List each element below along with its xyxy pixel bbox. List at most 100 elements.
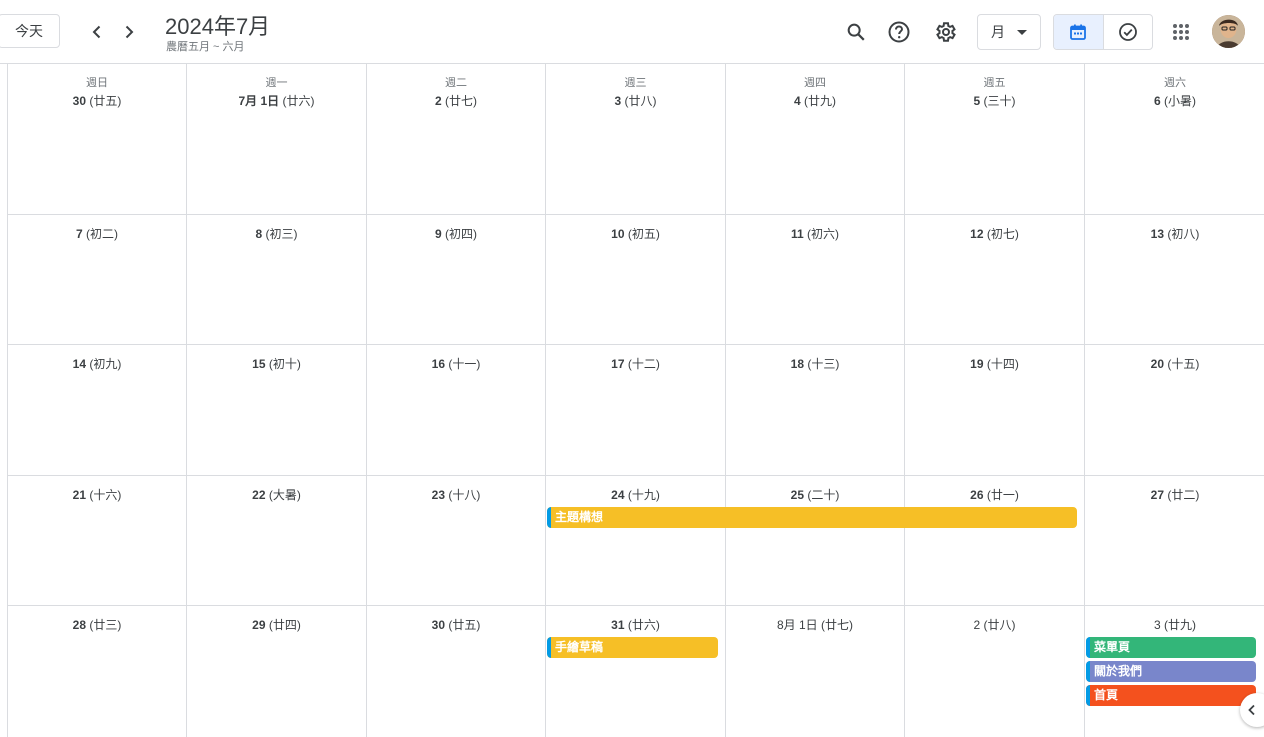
day-number[interactable]: 18 (十三) (726, 355, 904, 372)
day-number[interactable]: 27 (廿二) (1085, 486, 1264, 503)
day-number[interactable]: 23 (十八) (367, 486, 545, 503)
day-cell[interactable]: 8月 1日 (廿七) (726, 606, 905, 737)
day-cell[interactable]: 28 (廿三) (8, 606, 187, 737)
day-number[interactable]: 26 (廿一) (905, 486, 1084, 503)
day-cell[interactable]: 10 (初五) (546, 215, 726, 344)
day-cell[interactable]: 17 (十二) (546, 345, 726, 475)
settings-button[interactable] (927, 14, 963, 50)
day-cell[interactable]: 23 (十八) (367, 476, 546, 605)
solar-date: 23 (431, 488, 446, 502)
day-number[interactable]: 25 (二十) (726, 486, 904, 503)
day-cell[interactable]: 11 (初六) (726, 215, 905, 344)
day-number[interactable]: 30 (廿五) (8, 92, 186, 109)
calendar-event[interactable]: 菜單頁 (1086, 637, 1256, 658)
day-number[interactable]: 2 (廿八) (905, 616, 1084, 633)
day-cell[interactable]: 14 (初九) (8, 345, 187, 475)
calendar-view-toggle[interactable] (1054, 15, 1104, 49)
day-cell[interactable]: 週二 2 (廿七) (367, 64, 546, 214)
lunar-date: (初三) (262, 227, 298, 241)
day-cell[interactable]: 18 (十三) (726, 345, 905, 475)
day-number[interactable]: 19 (十四) (905, 355, 1084, 372)
day-number[interactable]: 9 (初四) (367, 225, 545, 242)
day-number[interactable]: 10 (初五) (546, 225, 725, 242)
day-cell[interactable]: 7 (初二) (8, 215, 187, 344)
day-cell[interactable]: 24 (十九) (546, 476, 726, 605)
day-number[interactable]: 14 (初九) (8, 355, 186, 372)
calendar-tasks-toggle (1053, 14, 1153, 50)
week-row: 7 (初二) 8 (初三) 9 (初四) 10 (初五) 11 (初六) 12 (初七) 1… (8, 215, 1264, 345)
apps-icon (1173, 24, 1189, 40)
lunar-subtitle: 農曆五月 ~ 六月 (166, 41, 245, 53)
calendar-event[interactable]: 關於我們 (1086, 661, 1256, 682)
day-number[interactable]: 29 (廿四) (187, 616, 366, 633)
day-number[interactable]: 11 (初六) (726, 225, 904, 242)
view-selector[interactable]: 月 (977, 14, 1041, 50)
lunar-date: (廿五) (445, 618, 481, 632)
lunar-date: (初八) (1164, 227, 1200, 241)
day-number[interactable]: 6 (小暑) (1085, 92, 1264, 109)
tasks-view-toggle[interactable] (1104, 15, 1153, 49)
lunar-date: (十八) (445, 488, 481, 502)
calendar-event[interactable]: 手繪草稿 (547, 637, 718, 658)
day-cell[interactable]: 22 (大暑) (187, 476, 367, 605)
day-cell[interactable]: 12 (初七) (905, 215, 1085, 344)
chevron-right-icon (125, 25, 134, 39)
search-button[interactable] (838, 14, 874, 50)
lunar-date: (十六) (86, 488, 122, 502)
avatar[interactable] (1212, 15, 1245, 48)
calendar-event[interactable]: 首頁 (1086, 685, 1256, 706)
day-number[interactable]: 16 (十一) (367, 355, 545, 372)
day-number[interactable]: 7 (初二) (8, 225, 186, 242)
day-cell[interactable]: 週六 6 (小暑) (1085, 64, 1264, 214)
day-cell[interactable]: 26 (廿一) (905, 476, 1085, 605)
day-cell[interactable]: 31 (廿六) (546, 606, 726, 737)
apps-button[interactable] (1163, 14, 1199, 50)
day-cell[interactable]: 週一 7月 1日 (廿六) (187, 64, 367, 214)
day-number[interactable]: 21 (十六) (8, 486, 186, 503)
day-cell[interactable]: 週四 4 (廿九) (726, 64, 905, 214)
day-cell[interactable]: 19 (十四) (905, 345, 1085, 475)
day-cell[interactable]: 2 (廿八) (905, 606, 1085, 737)
day-cell[interactable]: 8 (初三) (187, 215, 367, 344)
day-cell[interactable]: 13 (初八) (1085, 215, 1264, 344)
day-number[interactable]: 4 (廿九) (726, 92, 904, 109)
day-cell[interactable]: 21 (十六) (8, 476, 187, 605)
day-cell[interactable]: 週三 3 (廿八) (546, 64, 726, 214)
day-number[interactable]: 15 (初十) (187, 355, 366, 372)
previous-month-button[interactable] (82, 16, 112, 48)
solar-date: 31 (611, 618, 625, 632)
day-cell[interactable]: 9 (初四) (367, 215, 546, 344)
day-number[interactable]: 5 (三十) (905, 92, 1084, 109)
app-header: 今天 2024年7月 農曆五月 ~ 六月 月 (0, 0, 1264, 64)
day-number[interactable]: 8月 1日 (廿七) (726, 616, 904, 633)
day-number[interactable]: 17 (十二) (546, 355, 725, 372)
day-number[interactable]: 28 (廿三) (8, 616, 186, 633)
day-number[interactable]: 20 (十五) (1085, 355, 1264, 372)
day-cell[interactable]: 16 (十一) (367, 345, 546, 475)
day-number[interactable]: 3 (廿九) (1085, 616, 1264, 633)
calendar-event[interactable]: 主題構想 (547, 507, 1077, 528)
day-cell[interactable]: 25 (二十) (726, 476, 905, 605)
help-button[interactable] (881, 14, 917, 50)
day-cell[interactable]: 週五 5 (三十) (905, 64, 1085, 214)
day-number[interactable]: 12 (初七) (905, 225, 1084, 242)
day-number[interactable]: 8 (初三) (187, 225, 366, 242)
solar-date: 19 (970, 357, 984, 371)
day-number[interactable]: 24 (十九) (546, 486, 725, 503)
day-number[interactable]: 31 (廿六) (546, 616, 725, 633)
day-cell[interactable]: 15 (初十) (187, 345, 367, 475)
day-number[interactable]: 30 (廿五) (367, 616, 545, 633)
day-cell[interactable]: 20 (十五) (1085, 345, 1264, 475)
week-row: 21 (十六) 22 (大暑) 23 (十八) 24 (十九) 25 (二十) 26 (廿… (8, 476, 1264, 606)
day-number[interactable]: 13 (初八) (1085, 225, 1264, 242)
day-cell[interactable]: 29 (廿四) (187, 606, 367, 737)
today-button[interactable]: 今天 (0, 14, 60, 48)
day-number[interactable]: 2 (廿七) (367, 92, 545, 109)
next-month-button[interactable] (114, 16, 144, 48)
day-number[interactable]: 22 (大暑) (187, 486, 366, 503)
day-number[interactable]: 7月 1日 (廿六) (187, 92, 366, 109)
day-cell[interactable]: 週日 30 (廿五) (8, 64, 187, 214)
day-cell[interactable]: 30 (廿五) (367, 606, 546, 737)
day-number[interactable]: 3 (廿八) (546, 92, 725, 109)
day-cell[interactable]: 27 (廿二) (1085, 476, 1264, 605)
